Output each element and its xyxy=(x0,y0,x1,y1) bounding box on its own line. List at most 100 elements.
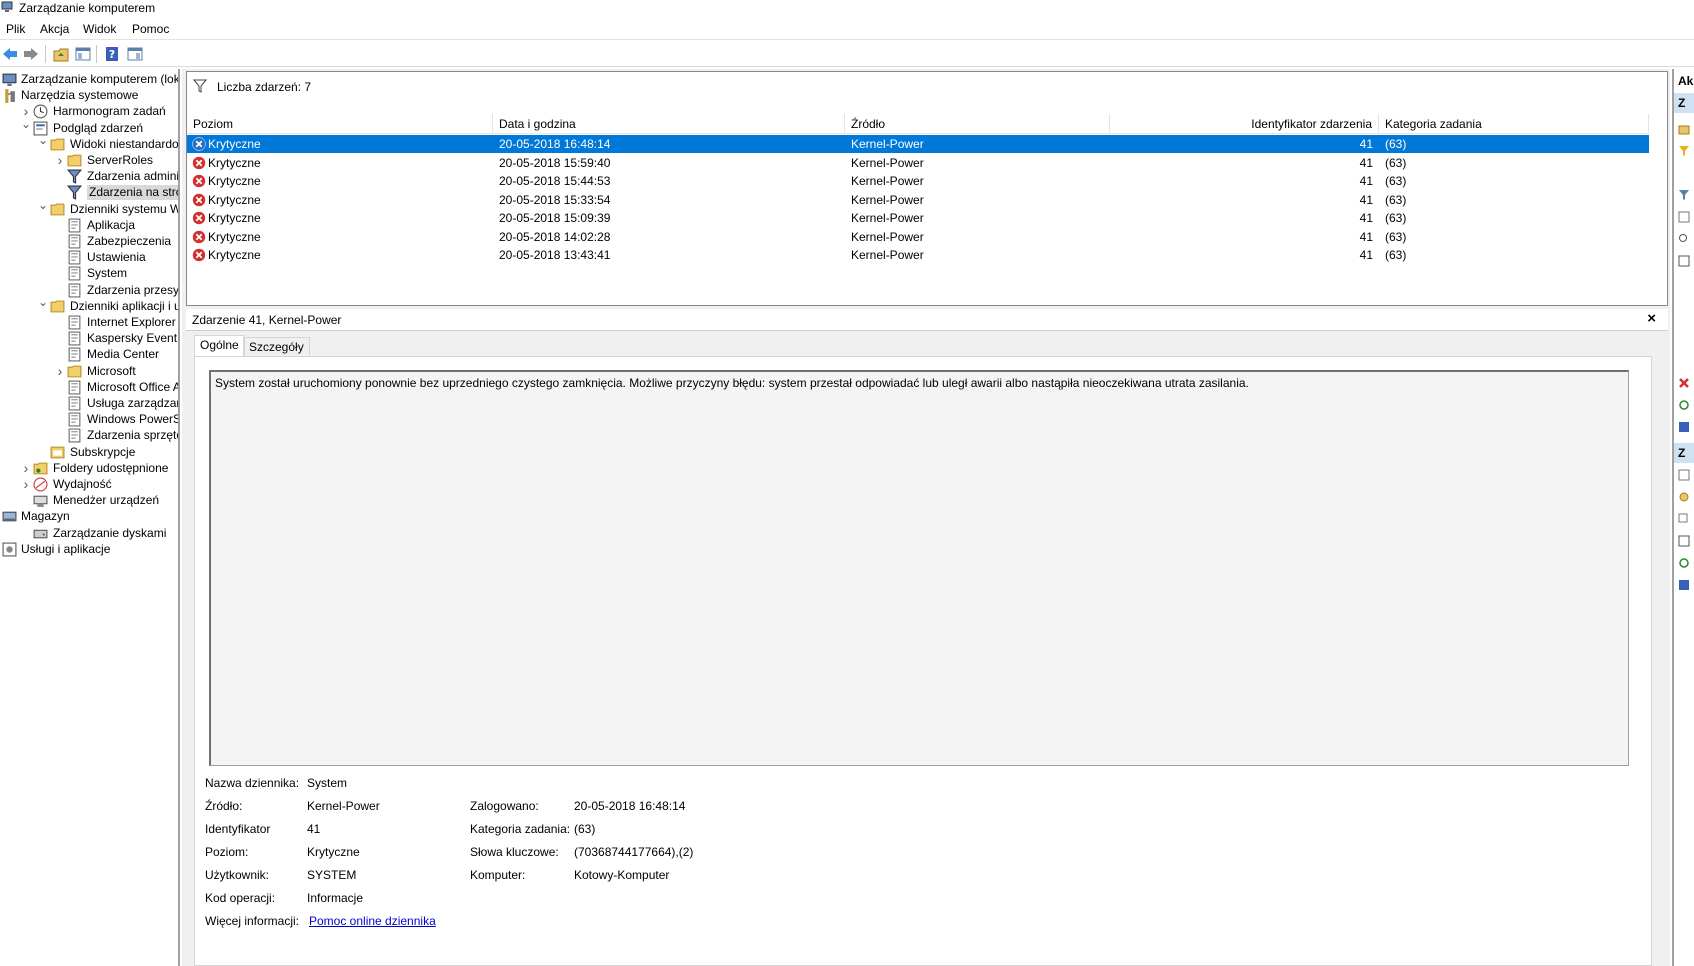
tree-item[interactable]: › ServerRoles xyxy=(0,152,178,169)
show-hide-tree-icon[interactable] xyxy=(73,44,93,64)
close-icon[interactable]: × xyxy=(1647,310,1656,327)
tree-item[interactable]: ›Usługi i aplikacje xyxy=(0,541,178,558)
tree-item[interactable]: ⌄ Dzienniki aplikacji i usług xyxy=(0,296,178,315)
table-row[interactable]: Krytyczne 20-05-2018 16:48:14 Kernel-Power… xyxy=(187,135,1649,153)
properties-icon[interactable] xyxy=(1678,211,1690,223)
tree-item[interactable]: › Microsoft xyxy=(0,363,178,380)
copy-icon[interactable] xyxy=(1678,513,1690,525)
tree-item[interactable]: Windows PowerShell xyxy=(0,411,178,428)
chevron-right-icon[interactable]: › xyxy=(20,477,32,491)
help-icon[interactable] xyxy=(1678,421,1690,433)
tree-item[interactable]: Menedżer urządzeń xyxy=(0,492,178,509)
menu-pomoc[interactable]: Pomoc xyxy=(132,22,169,36)
cell-event-id: 41 xyxy=(1359,137,1373,151)
attach-task-icon[interactable] xyxy=(1678,491,1690,503)
menu-widok[interactable]: Widok xyxy=(83,22,116,36)
filter-icon[interactable] xyxy=(1678,189,1690,201)
column-header-task-category[interactable]: Kategoria zadania xyxy=(1379,114,1649,134)
tab-details[interactable]: Szczegóły xyxy=(243,337,310,357)
event-properties-icon[interactable] xyxy=(1678,469,1690,481)
chevron-right-icon[interactable]: › xyxy=(54,364,66,378)
cell-task-category: (63) xyxy=(1385,211,1407,225)
title-bar: Zarządzanie komputerem xyxy=(0,0,1694,16)
actions-section-header[interactable]: Z xyxy=(1674,93,1694,113)
tree-item[interactable]: Kaspersky Event Log xyxy=(0,330,178,347)
table-row[interactable]: Krytyczne 20-05-2018 15:09:39 Kernel-Power… xyxy=(187,209,1649,227)
table-row[interactable]: Krytyczne 20-05-2018 13:43:41 Kernel-Power… xyxy=(187,246,1649,264)
save-selected-icon[interactable] xyxy=(1678,535,1690,547)
column-header-source[interactable]: Źródło xyxy=(845,114,1110,134)
tree-item[interactable]: Internet Explorer xyxy=(0,314,178,331)
back-arrow-icon[interactable] xyxy=(0,44,20,64)
tree-item-label: Windows PowerShell xyxy=(87,412,178,427)
tree-item[interactable]: ⌄ Narzędzia systemowe xyxy=(0,85,178,104)
tree-item[interactable]: Zdarzenia administracyjne xyxy=(0,168,178,185)
tree-item[interactable]: ⌄Magazyn xyxy=(0,506,178,525)
menu-akcja[interactable]: Akcja xyxy=(40,22,69,36)
tree-item[interactable]: Zdarzenia przesyłane dalej xyxy=(0,282,178,299)
cell-task-category: (63) xyxy=(1385,174,1407,188)
critical-error-icon xyxy=(192,192,206,207)
actions-event-section-header[interactable]: Z xyxy=(1674,443,1694,463)
cell-level: Krytyczne xyxy=(208,174,261,188)
event-description[interactable]: System został uruchomiony ponownie bez u… xyxy=(209,370,1629,766)
table-row[interactable]: Krytyczne 20-05-2018 15:44:53 Kernel-Power… xyxy=(187,172,1649,190)
logged-value: 20-05-2018 16:48:14 xyxy=(574,799,686,813)
chevron-right-icon[interactable]: › xyxy=(20,461,32,475)
help-icon[interactable]: ? xyxy=(102,44,122,64)
column-header-event-id[interactable]: Identyfikator zdarzenia xyxy=(1110,114,1379,134)
find-icon[interactable] xyxy=(1678,233,1690,245)
tree-item[interactable]: Ustawienia xyxy=(0,249,178,266)
tree-item[interactable]: ⌄ Podgląd zdarzeń xyxy=(0,118,178,137)
tree-item[interactable]: Aplikacja xyxy=(0,217,178,234)
menu-plik[interactable]: Plik xyxy=(6,22,25,36)
log-icon xyxy=(68,331,81,346)
tree-item[interactable]: Zdarzenia na stronie xyxy=(0,184,178,201)
cell-event-id: 41 xyxy=(1359,211,1373,225)
tree-item-label: Zdarzenia sprzętowe xyxy=(87,428,178,443)
tree-item[interactable]: Zarządzanie dyskami xyxy=(0,525,178,542)
tree-item[interactable]: ⌄ Dzienniki systemu Windows xyxy=(0,199,178,218)
tree-item[interactable]: Zabezpieczenia xyxy=(0,233,178,250)
refresh-icon[interactable] xyxy=(1678,557,1690,569)
log-icon xyxy=(68,396,81,411)
tree-item[interactable]: Zdarzenia sprzętowe xyxy=(0,427,178,444)
tree-item[interactable]: Usługa zarządzania kluczami xyxy=(0,395,178,412)
filter-icon[interactable] xyxy=(1678,145,1690,157)
tree-item[interactable]: › Wydajność xyxy=(0,476,178,493)
more-info-link[interactable]: Pomoc online dziennika xyxy=(309,914,436,928)
forward-arrow-icon[interactable] xyxy=(21,44,41,64)
level-value: Krytyczne xyxy=(307,845,360,859)
chevron-right-icon[interactable]: › xyxy=(54,153,66,167)
column-header-datetime[interactable]: Data i godzina xyxy=(493,114,845,134)
tab-general[interactable]: Ogólne xyxy=(194,335,245,357)
chevron-down-icon[interactable]: ⌄ xyxy=(37,134,49,146)
open-log-icon[interactable] xyxy=(1678,123,1690,135)
tree-item-label: Widoki niestandardowe xyxy=(70,136,179,151)
table-row[interactable]: Krytyczne 20-05-2018 14:02:28 Kernel-Power… xyxy=(187,228,1649,246)
event-id-value: 41 xyxy=(307,822,321,836)
refresh-icon[interactable] xyxy=(1678,399,1690,411)
cell-task-category: (63) xyxy=(1385,229,1407,244)
chevron-down-icon[interactable]: ⌄ xyxy=(20,118,32,130)
up-folder-icon[interactable] xyxy=(51,44,71,64)
tree-item[interactable]: ⌄ Widoki niestandardowe xyxy=(0,134,179,153)
tree-item[interactable]: › Foldery udostępnione xyxy=(0,460,178,477)
tree-item-label: Narzędzia systemowe xyxy=(21,88,139,103)
save-icon[interactable] xyxy=(1678,255,1690,267)
cell-level: Krytyczne xyxy=(208,211,261,225)
column-header-level[interactable]: Poziom xyxy=(187,114,493,134)
tree-item[interactable]: Media Center xyxy=(0,346,178,363)
chevron-down-icon[interactable]: ⌄ xyxy=(37,296,49,308)
chevron-right-icon[interactable]: › xyxy=(20,104,32,118)
help-icon[interactable] xyxy=(1678,579,1690,591)
show-hide-action-pane-icon[interactable] xyxy=(125,44,145,64)
table-row[interactable]: Krytyczne 20-05-2018 15:59:40 Kernel-Power… xyxy=(187,154,1649,172)
table-row[interactable]: Krytyczne 20-05-2018 15:33:54 Kernel-Power… xyxy=(187,191,1649,209)
tree-item[interactable]: Subskrypcje xyxy=(0,444,178,461)
tree-item[interactable]: Zarządzanie komputerem (lokalny) xyxy=(0,71,178,88)
chevron-down-icon[interactable]: ⌄ xyxy=(37,199,49,211)
tree-item[interactable]: Microsoft Office Alerts xyxy=(0,379,178,396)
tree-item[interactable]: System xyxy=(0,265,178,282)
delete-icon[interactable] xyxy=(1678,377,1690,389)
